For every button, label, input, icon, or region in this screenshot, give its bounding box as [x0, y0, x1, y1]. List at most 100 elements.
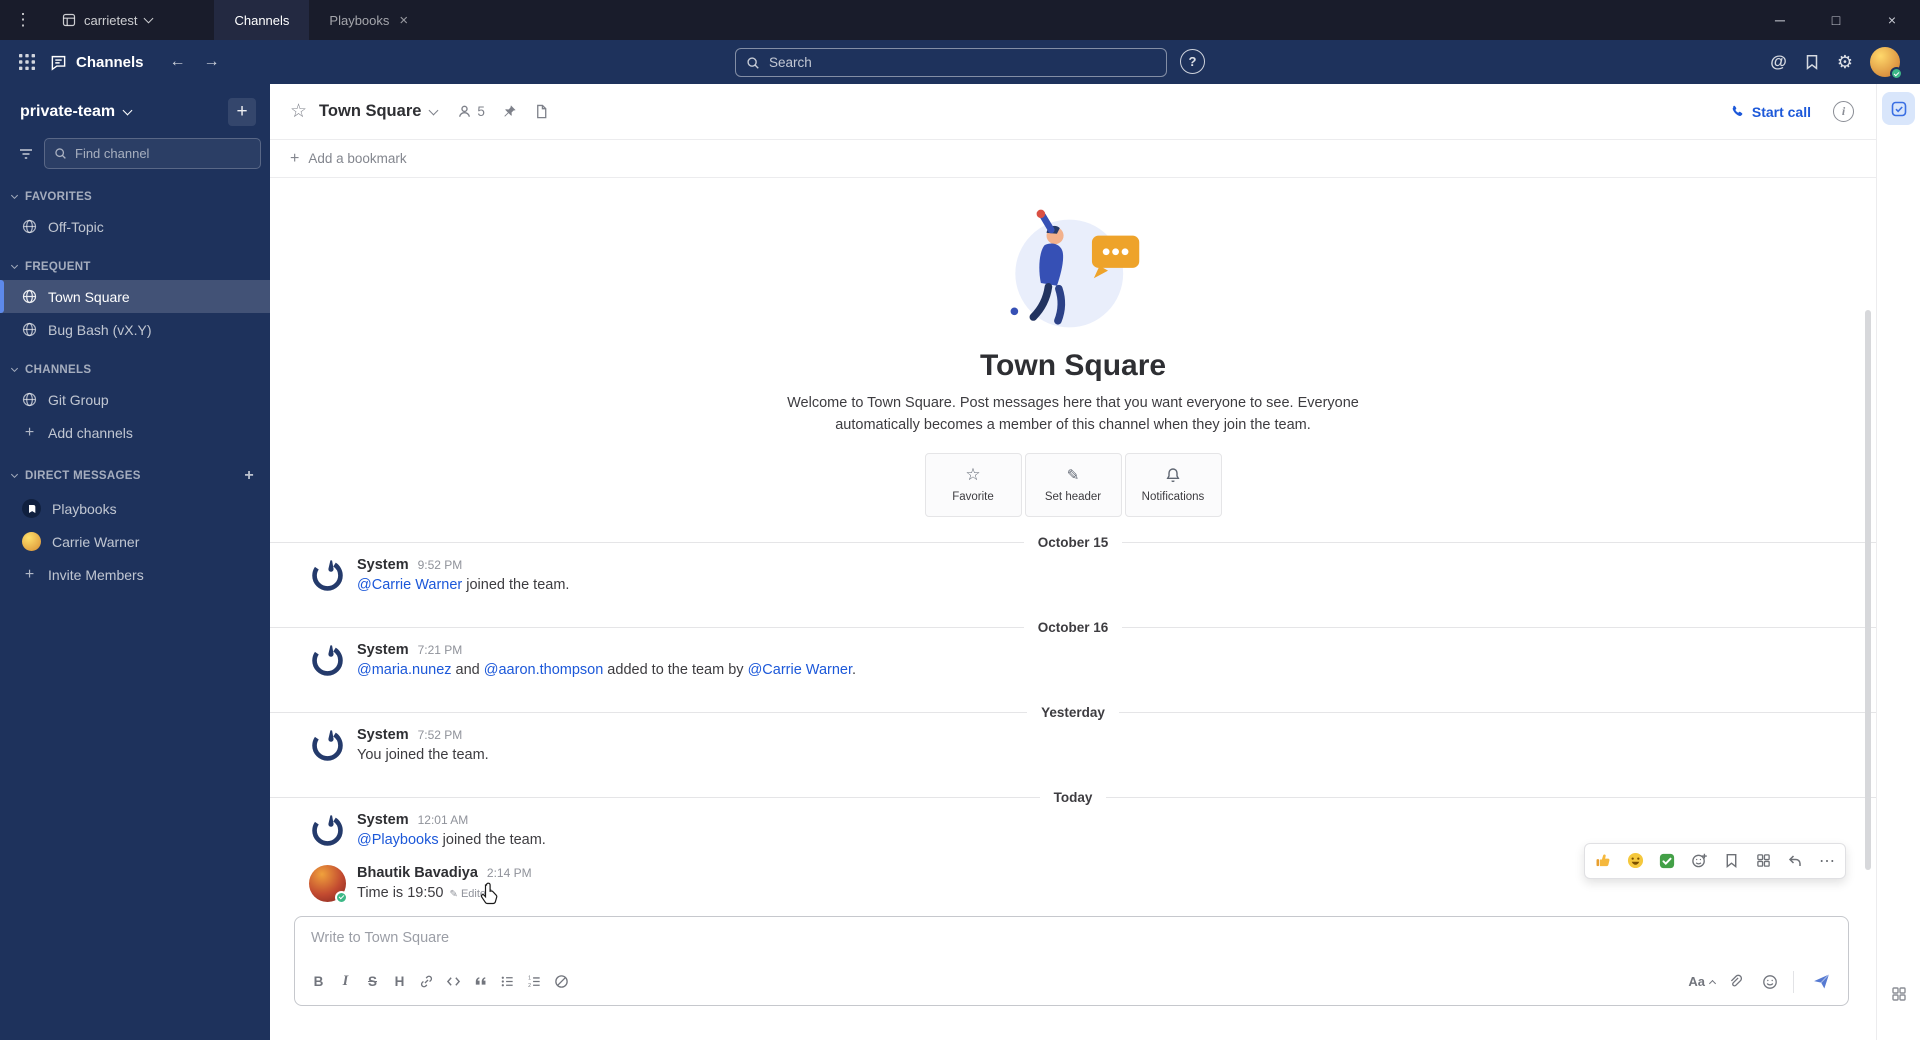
remove-formatting-button[interactable] [548, 968, 575, 995]
section-header[interactable]: FAVORITES [0, 188, 270, 210]
code-button[interactable] [440, 968, 467, 995]
user-message-avatar[interactable] [309, 864, 348, 904]
mention-link[interactable]: @maria.nunez [357, 662, 452, 678]
strikethrough-button[interactable]: S [359, 968, 386, 995]
message-list[interactable]: Town Square Welcome to Town Square. Post… [270, 178, 1876, 910]
apps-grid-button[interactable] [1891, 986, 1907, 1002]
sidebar-item-playbooks-dm[interactable]: Playbooks [0, 492, 270, 525]
close-tab-icon[interactable]: × [399, 12, 408, 29]
heading-button[interactable]: H [386, 968, 413, 995]
message-row[interactable]: System 7:52 PM You joined the team. [270, 720, 1876, 772]
product-switcher-button[interactable] [12, 47, 42, 77]
section-header[interactable]: CHANNELS [0, 361, 270, 383]
add-direct-message-button[interactable]: + [244, 467, 254, 485]
favorite-channel-button[interactable]: ☆ [290, 100, 307, 123]
tab-channels[interactable]: Channels [214, 0, 310, 40]
chevron-down-icon [10, 364, 19, 373]
sidebar-item-town-square[interactable]: Town Square [0, 280, 270, 313]
product-title[interactable]: Channels [50, 54, 144, 71]
paperclip-icon [1730, 974, 1743, 987]
message-sender[interactable]: System [357, 642, 409, 658]
mention-link[interactable]: @Playbooks [357, 832, 439, 848]
tab-playbooks[interactable]: Playbooks × [309, 0, 428, 40]
sidebar-item-bug-bash[interactable]: Bug Bash (vX.Y) [0, 313, 270, 346]
message-input[interactable] [295, 917, 1848, 963]
send-message-button[interactable] [1804, 967, 1838, 997]
user-avatar[interactable] [1870, 47, 1903, 80]
pencil-icon: ✎ [449, 888, 458, 900]
pinned-posts-button[interactable] [502, 104, 517, 119]
quote-button[interactable] [467, 968, 494, 995]
forward-button[interactable]: → [198, 48, 226, 76]
window-minimize-button[interactable]: ─ [1752, 0, 1808, 40]
add-bookmark-button[interactable]: + Add a bookmark [270, 140, 1876, 178]
help-button[interactable]: ? [1180, 49, 1205, 74]
sidebar-item-off-topic[interactable]: Off-Topic [0, 210, 270, 243]
sidebar-item-carrie-warner-dm[interactable]: Carrie Warner [0, 525, 270, 558]
link-button[interactable] [413, 968, 440, 995]
message-row[interactable]: System 7:21 PM @maria.nunez and @aaron.t… [270, 635, 1876, 687]
attach-file-button[interactable] [1722, 968, 1749, 995]
notifications-button[interactable]: Notifications [1124, 452, 1222, 517]
playbooks-app-button[interactable] [1882, 92, 1915, 125]
reaction-smile-button[interactable] [1620, 847, 1650, 875]
channel-files-button[interactable] [534, 104, 549, 119]
favorite-button[interactable]: ☆ Favorite [924, 452, 1022, 517]
sidebar-item-git-group[interactable]: Git Group [0, 383, 270, 416]
set-header-button[interactable]: ✎ Set header [1024, 452, 1122, 517]
settings-button[interactable]: ⚙ [1837, 52, 1853, 73]
system-avatar[interactable] [309, 557, 346, 594]
channel-menu-button[interactable]: Town Square [319, 102, 439, 121]
recent-mentions-button[interactable]: @ [1770, 52, 1787, 72]
italic-button[interactable]: I [332, 968, 359, 995]
section-header[interactable]: FREQUENT [0, 258, 270, 280]
start-call-button[interactable]: Start call [1730, 104, 1811, 120]
message-sender[interactable]: System [357, 812, 409, 828]
message-row-hovered[interactable]: Bhautik Bavadiya 2:14 PM Time is 19:50 ✎ … [270, 842, 1876, 910]
numbered-list-button[interactable]: 1 2 [521, 968, 548, 995]
channel-info-button[interactable]: i [1833, 101, 1854, 122]
message-composer[interactable]: B I S H [294, 916, 1849, 1006]
team-menu-button[interactable]: private-team [20, 103, 133, 121]
scrollbar-thumb[interactable] [1865, 310, 1871, 870]
save-message-button[interactable] [1716, 847, 1746, 875]
reaction-check-button[interactable] [1652, 847, 1682, 875]
search-box[interactable] [735, 48, 1167, 77]
show-formatting-button[interactable]: Aa [1688, 974, 1717, 989]
sidebar-item-invite-members[interactable]: + Invite Members [0, 558, 270, 591]
reaction-thumbsup-button[interactable] [1588, 847, 1618, 875]
back-button[interactable]: ← [164, 48, 192, 76]
add-channel-button[interactable]: + [228, 98, 256, 126]
message-sender[interactable]: Bhautik Bavadiya [357, 865, 478, 881]
emoji-picker-button[interactable] [1756, 968, 1783, 995]
find-channel-box[interactable] [44, 138, 261, 169]
search-input[interactable] [769, 55, 1156, 70]
members-button[interactable]: 5 [457, 104, 485, 119]
server-selector[interactable]: carrietest [46, 0, 168, 40]
saved-posts-button[interactable] [1804, 54, 1820, 70]
reply-button[interactable] [1780, 847, 1810, 875]
message-row[interactable]: System 9:52 PM @Carrie Warner joined the… [270, 550, 1876, 602]
sidebar-item-add-channels[interactable]: + Add channels [0, 416, 270, 449]
add-reaction-button[interactable] [1684, 847, 1714, 875]
mention-link[interactable]: @Carrie Warner [357, 577, 462, 593]
message-sender[interactable]: System [357, 557, 409, 573]
app-menu-button[interactable]: ⋮ [0, 0, 46, 40]
system-avatar[interactable] [309, 642, 346, 679]
more-actions-button[interactable]: ⋯ [1812, 847, 1842, 875]
system-avatar[interactable] [309, 812, 346, 849]
window-close-button[interactable]: × [1864, 0, 1920, 40]
find-channel-input[interactable] [75, 146, 251, 161]
mention-link[interactable]: @Carrie Warner [748, 662, 852, 678]
message-sender[interactable]: System [357, 727, 409, 743]
window-maximize-button[interactable]: □ [1808, 0, 1864, 40]
system-avatar[interactable] [309, 727, 346, 764]
section-header[interactable]: DIRECT MESSAGES + [0, 464, 270, 492]
message-apps-button[interactable] [1748, 847, 1778, 875]
bold-button[interactable]: B [305, 968, 332, 995]
bulleted-list-button[interactable] [494, 968, 521, 995]
mention-link[interactable]: @aaron.thompson [484, 662, 604, 678]
global-header-actions: @ ⚙ [1770, 47, 1908, 80]
message-text: You joined the team. [357, 747, 489, 764]
filter-icon[interactable] [18, 146, 34, 162]
